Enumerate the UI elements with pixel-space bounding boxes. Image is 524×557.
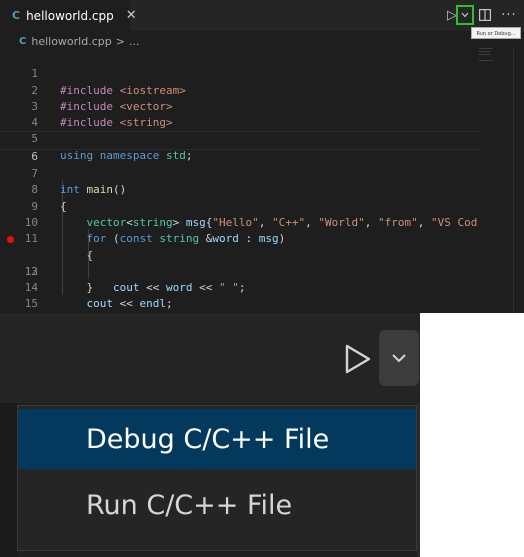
run-debug-tooltip: Run or Debug... — [471, 27, 521, 39]
scrollbar[interactable] — [513, 48, 514, 313]
code-line: 10 for (const string &word : msg) — [24, 215, 286, 246]
cpp-file-icon: C — [19, 35, 27, 47]
code-line-current: 6 — [0, 131, 480, 163]
menu-item-debug[interactable]: Debug C/C++ File — [18, 409, 416, 469]
code-line: 5 using namespace std; — [31, 132, 193, 162]
breakpoint-icon[interactable] — [7, 236, 14, 244]
code-line: 15 } — [24, 297, 38, 311]
tab-helloworld[interactable]: C helloworld.cpp ✕ — [0, 0, 137, 31]
run-debug-menu: Debug C/C++ File Run C/C++ File — [17, 405, 417, 551]
chevron-down-icon — [461, 12, 469, 18]
run-dropdown-button[interactable] — [456, 5, 474, 25]
code-line: 13 } — [24, 264, 94, 295]
chevron-down-icon — [392, 354, 406, 363]
code-line: 1 #include <iostream> — [31, 67, 186, 97]
run-dropdown-button[interactable] — [379, 330, 419, 386]
code-line: 9 vector<string> msg{"Hello", "C++", "Wo… — [31, 199, 478, 229]
tab-label: helloworld.cpp — [26, 8, 114, 23]
code-line: 11 { — [24, 232, 94, 262]
more-actions-icon[interactable]: ··· — [500, 6, 518, 24]
code-line: 7 int main() — [31, 167, 127, 197]
code-area[interactable]: 1 #include <iostream> 2 #include <vector… — [0, 50, 480, 311]
run-icon[interactable] — [342, 343, 374, 375]
editor-panel: C helloworld.cpp ✕ ▷ ··· Run or Debug...… — [0, 0, 524, 313]
code-line: 8 { — [31, 183, 67, 213]
cpp-file-icon: C — [12, 9, 21, 22]
background-edge — [417, 403, 420, 557]
code-line: 14 cout << endl; — [24, 281, 173, 311]
minimap[interactable] — [479, 48, 513, 313]
split-editor-icon[interactable] — [477, 6, 493, 24]
code-line-breakpoint: 12 cout << word << " "; — [0, 231, 480, 294]
breadcrumb-rest[interactable]: ... — [129, 35, 140, 48]
close-icon[interactable]: ✕ — [126, 8, 137, 23]
code-line: 2 #include <vector> — [31, 83, 173, 113]
code-line: 4 — [31, 116, 38, 130]
breadcrumb-file[interactable]: helloworld.cpp — [31, 35, 111, 48]
zoomed-run-menu: Debug C/C++ File Run C/C++ File — [0, 313, 420, 557]
code-line: 3 #include <string> — [31, 99, 173, 130]
tab-bar: C helloworld.cpp ✕ ▷ ··· — [0, 0, 524, 31]
menu-item-run[interactable]: Run C/C++ File — [18, 475, 416, 535]
breadcrumb: C helloworld.cpp > ... — [19, 34, 139, 48]
background-edge — [0, 403, 17, 557]
breadcrumb-separator: > — [115, 34, 125, 48]
